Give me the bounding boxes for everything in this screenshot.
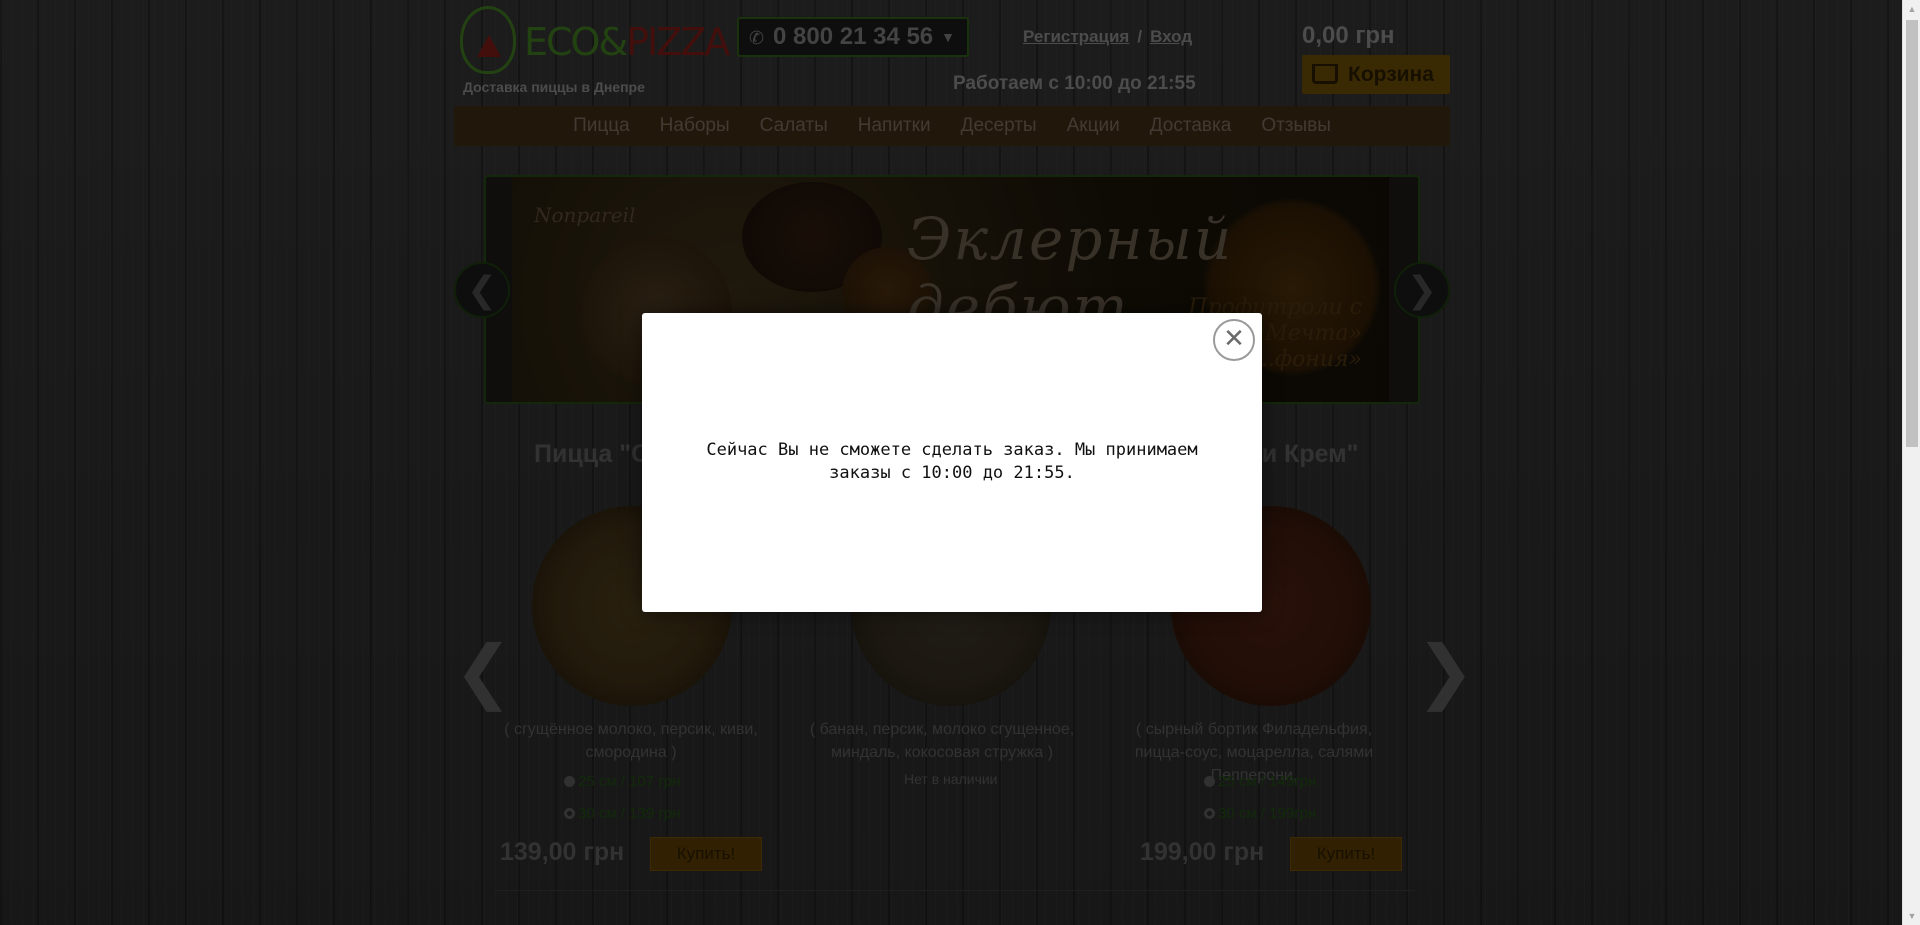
scrollbar[interactable]: ▲ ▼	[1902, 0, 1920, 925]
modal-message: Сейчас Вы не сможете сделать заказ. Мы п…	[706, 440, 1198, 483]
close-icon[interactable]: ✕	[1213, 319, 1255, 361]
scrollbar-thumb[interactable]	[1906, 20, 1918, 447]
scroll-down-icon[interactable]: ▼	[1903, 907, 1920, 925]
notice-modal: ✕ Сейчас Вы не сможете сделать заказ. Мы…	[642, 313, 1262, 612]
scroll-up-icon[interactable]: ▲	[1903, 0, 1920, 18]
